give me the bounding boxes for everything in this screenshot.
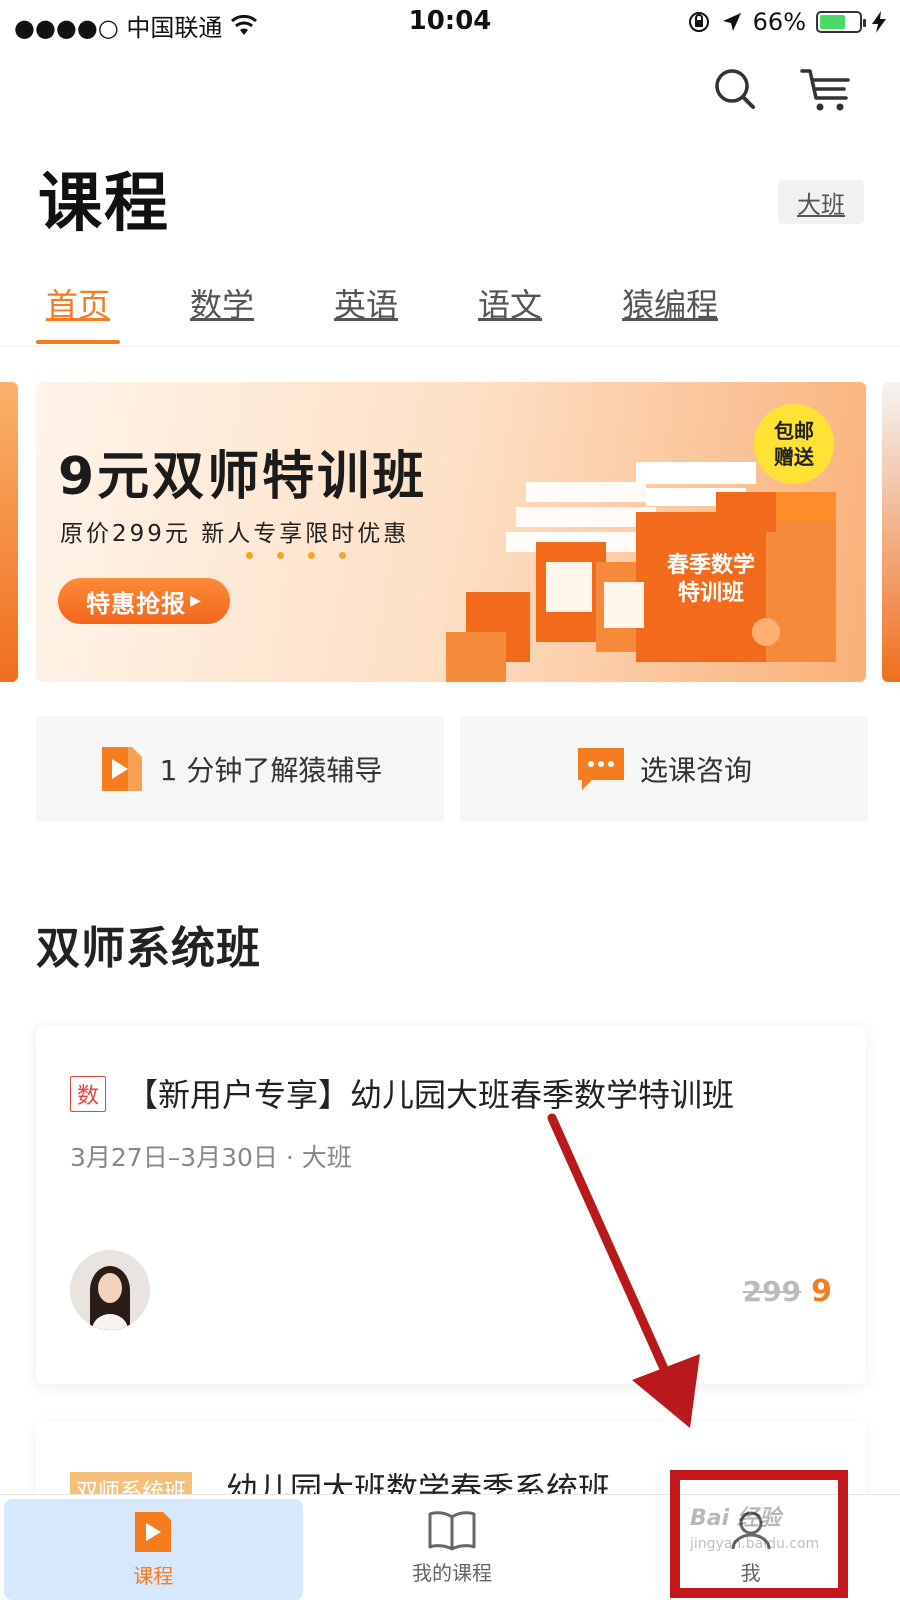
tabbar-me-label: 我 xyxy=(740,1561,761,1585)
banner-cta-label: 特惠抢报 xyxy=(86,589,187,618)
course-consult-label: 选课咨询 xyxy=(639,754,752,787)
tab-home[interactable]: 首页 xyxy=(36,270,121,346)
tab-programming[interactable]: 猿编程 xyxy=(612,270,728,346)
carousel-dots xyxy=(246,552,346,559)
tabbar-my-courses[interactable]: 我的课程 xyxy=(303,1495,602,1600)
battery-fill xyxy=(820,15,846,29)
teacher-portrait-icon xyxy=(70,1250,150,1330)
carrier-label: ●●●●○ 中国联通 xyxy=(14,14,223,42)
tabs-divider xyxy=(0,346,900,347)
course-card[interactable]: 数 【新用户专享】幼儿园大班春季数学特训班 3月27日–3月30日 · 大班 2… xyxy=(36,1026,866,1384)
carousel-dot xyxy=(308,552,315,559)
wifi-icon xyxy=(231,14,258,35)
cart-icon[interactable] xyxy=(800,68,852,112)
grade-select-button[interactable]: 大班 xyxy=(778,180,864,224)
profile-icon xyxy=(731,1511,771,1550)
location-arrow-icon xyxy=(722,13,741,31)
subject-tag: 数 xyxy=(70,1076,106,1112)
box-label-line-1: 春季数学 xyxy=(667,552,755,578)
tab-math[interactable]: 数学 xyxy=(180,270,264,346)
sale-price: 9 xyxy=(811,1274,832,1309)
tabbar-courses[interactable]: 课程 xyxy=(4,1499,303,1600)
teacher-avatar xyxy=(70,1250,150,1330)
triangle-right-icon: ▶ xyxy=(190,593,202,609)
battery-icon xyxy=(816,11,866,33)
status-right: 66% xyxy=(687,8,886,36)
status-left: ●●●●○ 中国联通 xyxy=(14,8,258,43)
header-actions xyxy=(714,68,852,112)
intro-video-label: 1 分钟了解猿辅导 xyxy=(159,754,383,787)
banner-signup-button[interactable]: 特惠抢报 ▶ xyxy=(58,578,230,624)
tabbar-my-courses-label: 我的课程 xyxy=(412,1561,492,1585)
search-icon[interactable] xyxy=(714,68,756,110)
play-video-icon xyxy=(101,747,142,791)
category-tabs: 首页 数学 英语 语文 猿编程 xyxy=(36,270,728,350)
chat-bubble-icon xyxy=(577,748,624,790)
price-block: 299 9 xyxy=(743,1274,832,1309)
banner-prev-peek[interactable] xyxy=(0,382,18,682)
promo-banner[interactable]: 9元双师特训班 原价299元 新人专享限时优惠 特惠抢报 ▶ 包邮 赠送 春季数… xyxy=(36,382,866,682)
book-icon xyxy=(428,1511,476,1551)
status-bar: ●●●●○ 中国联通 10:04 66% xyxy=(0,0,900,44)
original-price: 299 xyxy=(742,1275,802,1308)
intro-video-button[interactable]: 1 分钟了解猿辅导 xyxy=(36,716,444,822)
rotation-lock-icon xyxy=(688,12,709,32)
section-title: 双师系统班 xyxy=(36,923,261,974)
play-course-icon xyxy=(135,1512,172,1552)
tabbar-me[interactable]: 我 xyxy=(601,1495,900,1600)
badge-line-1: 包邮 xyxy=(774,419,814,443)
tab-english[interactable]: 英语 xyxy=(324,270,408,346)
carousel-dot xyxy=(246,552,253,559)
course-consult-button[interactable]: 选课咨询 xyxy=(460,716,868,822)
course-card-2[interactable]: 双师系统班 幼儿园大班数学春季系统班 xyxy=(36,1422,866,1502)
charging-bolt-icon xyxy=(872,11,886,33)
box-label-line-2: 特训班 xyxy=(678,580,744,606)
course-title: 【新用户专享】幼儿园大班春季数学特训班 xyxy=(126,1076,735,1114)
banner-title: 9元双师特训班 xyxy=(58,447,428,507)
tabbar-courses-label: 课程 xyxy=(133,1564,174,1588)
page-title: 课程 xyxy=(38,167,170,241)
bottom-tab-bar: 课程 我的课程 我 xyxy=(0,1494,900,1600)
course-meta: 3月27日–3月30日 · 大班 xyxy=(70,1143,352,1172)
carousel-dot xyxy=(339,552,346,559)
banner-subtitle: 原价299元 新人专享限时优惠 xyxy=(60,521,410,547)
banner-next-peek[interactable] xyxy=(882,382,900,682)
battery-percent: 66% xyxy=(752,8,806,36)
product-boxes-illustration: 春季数学 特训班 xyxy=(446,462,836,682)
carousel-dot xyxy=(277,552,284,559)
tab-chinese[interactable]: 语文 xyxy=(468,270,552,346)
